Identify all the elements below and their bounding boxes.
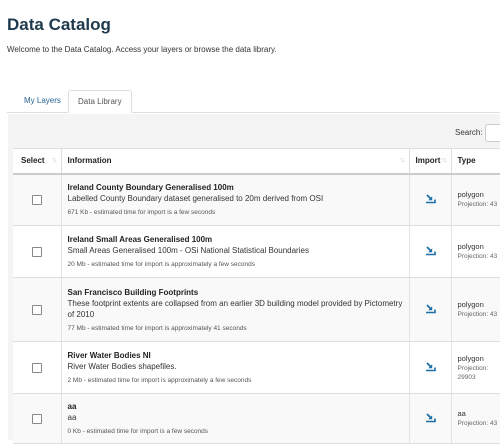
sort-icon: ↑↓: [400, 157, 405, 164]
projection: Projection:: [458, 364, 500, 373]
type-cell: polygon Projection: 43: [451, 226, 500, 278]
geometry-type: polygon: [458, 300, 500, 310]
import-cell: [409, 278, 451, 342]
dataset-title: aa: [68, 401, 403, 412]
import-cell: [409, 174, 451, 226]
column-header-type[interactable]: Type: [451, 149, 500, 174]
type-cell: polygon Projection: 43: [451, 174, 500, 226]
table-row: San Francisco Building Footprints These …: [13, 278, 500, 342]
dataset-title: Ireland County Boundary Generalised 100m: [68, 182, 403, 193]
projection: Projection: 43: [458, 252, 500, 261]
import-icon[interactable]: [425, 243, 436, 261]
dataset-description: Small Areas Generalised 100m - OSi Natio…: [68, 245, 403, 256]
tab-data-library[interactable]: Data Library: [68, 90, 132, 113]
import-cell: [409, 342, 451, 394]
select-cell: [13, 278, 61, 342]
information-cell: San Francisco Building Footprints These …: [61, 278, 409, 342]
projection: Projection: 43: [458, 200, 500, 209]
information-cell: River Water Bodies NI River Water Bodies…: [61, 342, 409, 394]
type-cell: polygon Projection: 29903: [451, 342, 500, 394]
dataset-description: Labelled County Boundary dataset general…: [68, 193, 403, 204]
select-cell: [13, 394, 61, 444]
row-checkbox[interactable]: [32, 363, 42, 373]
geometry-type: polygon: [458, 190, 500, 200]
welcome-text: Welcome to the Data Catalog. Access your…: [7, 45, 277, 54]
table-row: Ireland Small Areas Generalised 100m Sma…: [13, 226, 500, 278]
select-cell: [13, 342, 61, 394]
type-cell: polygon Projection: 43: [451, 278, 500, 342]
row-checkbox[interactable]: [32, 247, 42, 257]
geometry-type: polygon: [458, 354, 500, 364]
information-cell: Ireland County Boundary Generalised 100m…: [61, 174, 409, 226]
table-row: Ireland County Boundary Generalised 100m…: [13, 174, 500, 226]
dataset-description: aa: [68, 412, 403, 423]
tab-bar: My Layers Data Library: [7, 90, 500, 113]
column-header-information[interactable]: Information ↑↓: [61, 149, 409, 174]
dataset-meta: 671 Kb - estimated time for import is a …: [68, 208, 403, 217]
column-information-label: Information: [68, 156, 112, 165]
catalog-table: Select ↑↓ Information ↑↓ Import ↑↓ Type …: [13, 148, 500, 444]
import-icon[interactable]: [425, 410, 436, 428]
dataset-title: River Water Bodies NI: [68, 350, 403, 361]
row-checkbox[interactable]: [32, 305, 42, 315]
sort-icon: ↑↓: [442, 157, 447, 164]
row-checkbox[interactable]: [32, 414, 42, 424]
dataset-meta: 2 Mb - estimated time for import is appr…: [68, 376, 403, 385]
dataset-description: These footprint extents are collapsed fr…: [68, 298, 403, 320]
dataset-meta: 77 Mb - estimated time for import is app…: [68, 324, 403, 333]
import-cell: [409, 394, 451, 444]
table-row: River Water Bodies NI River Water Bodies…: [13, 342, 500, 394]
table-row: aa aa 0 Kb - estimated time for import i…: [13, 394, 500, 444]
import-icon[interactable]: [425, 191, 436, 209]
column-header-select[interactable]: Select ↑↓: [13, 149, 61, 174]
geometry-type: aa: [458, 409, 500, 419]
dataset-meta: 0 Kb - estimated time for import is a fe…: [68, 427, 403, 436]
column-header-import[interactable]: Import ↑↓: [409, 149, 451, 174]
page-title: Data Catalog: [7, 15, 111, 35]
dataset-meta: 20 Mb - estimated time for import is app…: [68, 260, 403, 269]
import-cell: [409, 226, 451, 278]
column-import-label: Import: [416, 156, 441, 165]
projection-code: 29903: [458, 373, 500, 382]
column-type-label: Type: [458, 156, 476, 165]
dataset-description: River Water Bodies shapefiles.: [68, 361, 403, 372]
projection: Projection: 43: [458, 419, 500, 428]
search-input[interactable]: [485, 124, 500, 142]
geometry-type: polygon: [458, 242, 500, 252]
select-cell: [13, 226, 61, 278]
search-label: Search:: [455, 128, 483, 137]
tab-my-layers[interactable]: My Layers: [15, 90, 70, 112]
information-cell: aa aa 0 Kb - estimated time for import i…: [61, 394, 409, 444]
column-select-label: Select: [21, 156, 45, 165]
type-cell: aa Projection: 43: [451, 394, 500, 444]
dataset-title: Ireland Small Areas Generalised 100m: [68, 234, 403, 245]
import-icon[interactable]: [425, 301, 436, 319]
row-checkbox[interactable]: [32, 195, 42, 205]
information-cell: Ireland Small Areas Generalised 100m Sma…: [61, 226, 409, 278]
sort-icon: ↑↓: [52, 157, 57, 164]
projection: Projection: 43: [458, 310, 500, 319]
import-icon[interactable]: [425, 359, 436, 377]
select-cell: [13, 174, 61, 226]
dataset-title: San Francisco Building Footprints: [68, 287, 403, 298]
